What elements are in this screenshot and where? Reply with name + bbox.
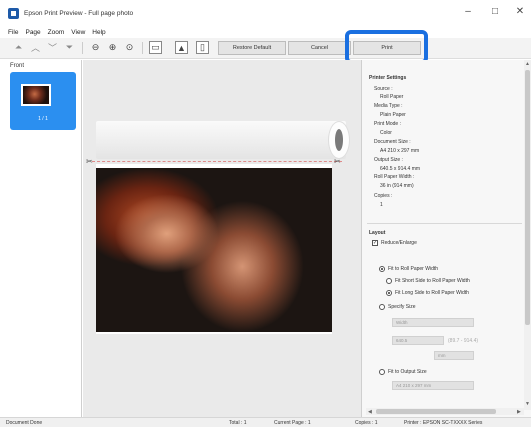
menu-view[interactable]: View [71, 29, 85, 36]
zoom-in-icon[interactable]: ⊕ [106, 41, 119, 54]
page-outline-icon[interactable]: ▯ [196, 41, 209, 54]
scroll-up-icon[interactable]: ▲ [525, 61, 530, 67]
source-label: Source : [374, 86, 393, 92]
toolbar-divider [142, 42, 143, 54]
scrollbar-thumb[interactable] [525, 70, 530, 325]
toolbar: ⏶ ︿ ﹀ ⏷ ⊖ ⊕ ⊙ ▭ ▲ ▯ Restore Default Canc… [0, 38, 531, 59]
zoom-out-icon[interactable]: ⊖ [89, 41, 102, 54]
thumbnail-header: Front [10, 63, 25, 69]
print-mode-value: Color [380, 130, 392, 136]
specify-size-radio[interactable] [379, 304, 385, 310]
roll-width-value: 36 in (914 mm) [380, 183, 414, 189]
cut-line [92, 161, 342, 162]
fit-roll-width-label: Fit to Roll Paper Width [388, 266, 439, 272]
roll-core-graphic [335, 129, 343, 151]
show-image-icon[interactable]: ▲ [175, 41, 188, 54]
fit-output-size-radio[interactable] [379, 369, 385, 375]
thumbnail-pane: Front 1 / 1 [0, 60, 82, 417]
document-size-value: A4 210 x 297 mm [380, 148, 420, 154]
first-page-icon[interactable]: ⏶ [12, 41, 25, 54]
restore-default-button[interactable]: Restore Default [218, 41, 286, 55]
roll-paper-graphic [96, 121, 346, 159]
reduce-enlarge-checkbox[interactable]: ✓ [372, 240, 378, 246]
status-copies: Copies : 1 [355, 420, 378, 426]
fit-short-side-radio[interactable] [386, 278, 392, 284]
scroll-left-icon[interactable]: ◀ [368, 409, 372, 415]
menu-zoom[interactable]: Zoom [48, 29, 65, 36]
scissors-icon: ✂ [86, 157, 93, 166]
roll-width-label: Roll Paper Width : [374, 174, 415, 180]
status-total: Total : 1 [229, 420, 247, 426]
zoom-fit-icon[interactable]: ⊙ [123, 41, 136, 54]
menu-help[interactable]: Help [92, 29, 105, 36]
status-bar: Document Done Total : 1 Current Page : 1… [0, 417, 531, 427]
status-current-page: Current Page : 1 [274, 420, 311, 426]
section-divider [367, 223, 522, 224]
source-value: Roll Paper [380, 94, 404, 100]
fit-roll-width-radio[interactable] [379, 266, 385, 272]
size-mode-dropdown[interactable]: Width [392, 318, 474, 327]
app-icon [8, 7, 19, 19]
last-page-icon[interactable]: ⏷ [63, 41, 76, 54]
scroll-right-icon[interactable]: ▶ [517, 409, 521, 415]
scissors-icon: ✂ [334, 157, 341, 166]
copies-value: 1 [380, 202, 383, 208]
close-button[interactable]: ✕ [505, 6, 531, 17]
layout-heading: Layout [369, 230, 386, 236]
print-mode-label: Print Mode : [374, 121, 401, 127]
output-size-label: Output Size : [374, 157, 403, 163]
toolbar-divider [82, 42, 83, 54]
unit-dropdown[interactable]: mm [434, 351, 474, 360]
menu-page[interactable]: Page [25, 29, 40, 36]
scroll-down-icon[interactable]: ▼ [525, 401, 530, 407]
preview-photo [96, 168, 332, 332]
fit-page-view-icon[interactable]: ▭ [149, 41, 162, 54]
next-page-icon[interactable]: ﹀ [46, 41, 59, 54]
status-document: Document Done [6, 420, 43, 426]
status-printer: Printer : EPSON SC-TXXXX Series [404, 420, 483, 426]
fit-short-side-label: Fit Short Side to Roll Paper Width [395, 278, 470, 284]
thumbnail-image [21, 84, 51, 106]
fit-long-side-radio[interactable] [386, 290, 392, 296]
scrollbar-thumb[interactable] [376, 409, 496, 414]
output-size-dropdown[interactable]: A4 210 x 297 mm [392, 381, 474, 390]
minimize-button[interactable]: – [453, 6, 483, 17]
menu-bar: File Page Zoom View Help [0, 26, 113, 38]
output-size-value: 640.5 x 914.4 mm [380, 166, 421, 172]
fit-long-side-label: Fit Long Side to Roll Paper Width [395, 290, 469, 296]
printer-settings-heading: Printer Settings [369, 75, 407, 81]
media-type-value: Plain Paper [380, 112, 406, 118]
page-thumbnail[interactable]: 1 / 1 [10, 72, 76, 130]
fit-output-size-label: Fit to Output Size [388, 369, 427, 375]
media-type-label: Media Type : [374, 103, 403, 109]
menu-file[interactable]: File [8, 29, 18, 36]
size-range-hint: (89.7 - 914.4) [448, 338, 479, 344]
previous-page-icon[interactable]: ︿ [29, 41, 42, 54]
title-bar: Epson Print Preview - Full page photo – … [0, 0, 531, 26]
print-button-highlight [345, 30, 428, 64]
copies-label: Copies : [374, 193, 393, 199]
settings-pane: Printer Settings Source : Roll Paper Med… [361, 60, 531, 417]
reduce-enlarge-label: Reduce/Enlarge [381, 240, 417, 246]
cancel-button[interactable]: Cancel [288, 41, 351, 55]
document-size-label: Document Size : [374, 139, 411, 145]
thumbnail-label: 1 / 1 [38, 116, 48, 122]
specify-size-label: Specify Size [388, 304, 416, 310]
window-title: Epson Print Preview - Full page photo [24, 9, 134, 17]
size-value-input[interactable]: 640.5 [392, 336, 444, 345]
